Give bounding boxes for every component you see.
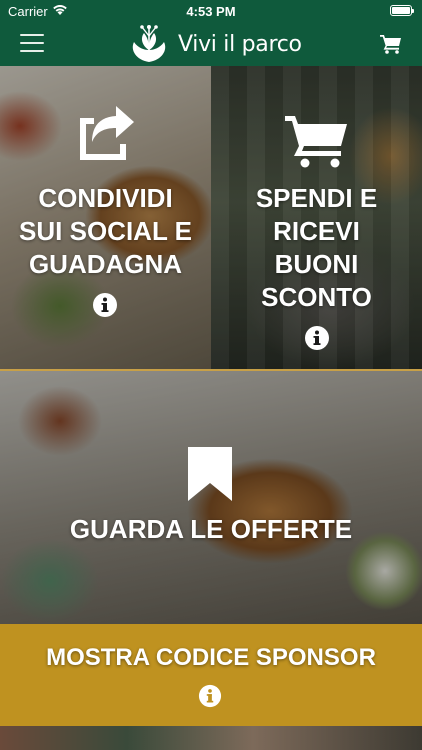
bottom-image-strip [0,726,422,750]
brand: Vivi il parco [128,24,302,64]
cart-icon[interactable] [380,34,402,54]
share-icon [80,106,134,160]
offers-tile-label: GUARDA LE OFFERTE [69,514,353,544]
share-and-earn-tile[interactable]: CONDIVIDI SUI SOCIAL E GUADAGNA [0,66,211,369]
navbar: Vivi il parco [0,22,422,66]
battery-icon [390,5,414,16]
sponsor-label: MOSTRA CODICE SPONSOR [46,644,376,671]
info-icon[interactable] [198,684,222,708]
show-sponsor-code-button[interactable]: MOSTRA CODICE SPONSOR [0,624,422,726]
hamburger-menu-icon[interactable] [20,34,44,52]
info-icon[interactable] [304,325,330,351]
spend-and-get-vouchers-tile[interactable]: SPENDI E RICEVI BUONI SCONTO [211,66,422,369]
park-logo-icon [132,25,166,62]
app-title: Vivi il parco [178,31,302,57]
share-tile-label: CONDIVIDI SUI SOCIAL E GUADAGNA [19,183,192,279]
view-offers-tile[interactable]: GUARDA LE OFFERTE [0,369,422,624]
info-icon[interactable] [92,292,118,318]
shopping-cart-icon [285,116,347,168]
spend-tile-label: SPENDI E RICEVI BUONI SCONTO [255,183,378,312]
status-bar: Carrier 4:53 PM [0,0,422,22]
status-time: 4:53 PM [186,4,236,19]
bookmark-icon [188,447,232,501]
